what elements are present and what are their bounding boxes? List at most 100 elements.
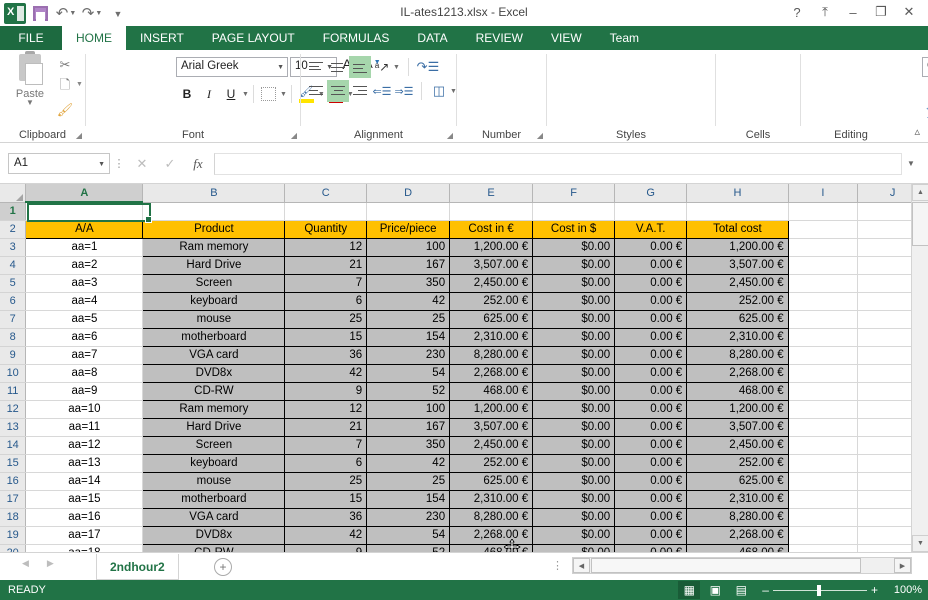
row-header-17[interactable]: 17 xyxy=(0,490,27,509)
cell-B6[interactable]: keyboard xyxy=(142,291,286,311)
row-header-1[interactable]: 1 xyxy=(0,202,27,221)
cell-B17[interactable]: motherboard xyxy=(142,489,286,509)
cell-D10[interactable]: 54 xyxy=(366,363,451,383)
cell-A2[interactable]: A/A xyxy=(25,219,144,239)
horizontal-scrollbar[interactable]: ◀ ▶ xyxy=(572,557,912,574)
cell-A19[interactable]: aa=17 xyxy=(25,526,144,545)
cell-C11[interactable]: 9 xyxy=(284,381,368,401)
cell-C19[interactable]: 42 xyxy=(284,525,368,545)
restore-icon[interactable]: ❐ xyxy=(868,2,894,22)
cell-A9[interactable]: aa=7 xyxy=(25,346,144,365)
table-row[interactable]: 17 aa=15 motherboard 15 154 2,310.00 € $0.00 0.… xyxy=(0,489,928,509)
cell-H13[interactable]: 3,507.00 € xyxy=(686,417,789,437)
cell-H17[interactable]: 2,310.00 € xyxy=(686,489,789,509)
table-row[interactable]: 15 aa=13 keyboard 6 42 252.00 € $0.00 0.00 €252… xyxy=(0,453,928,473)
underline-button[interactable]: U xyxy=(220,83,242,105)
chevron-down-icon[interactable]: ▼ xyxy=(98,161,105,168)
cell-I3[interactable] xyxy=(788,238,859,257)
cell-A1[interactable] xyxy=(25,202,144,221)
normal-view-icon[interactable]: ▦ xyxy=(678,581,701,599)
cell-B10[interactable]: DVD8x xyxy=(142,363,286,383)
table-row[interactable]: 20aa=18CD-RW952468.00 €$0.000.00 €468.00… xyxy=(0,543,928,552)
cell-H16[interactable]: 625.00 € xyxy=(686,471,789,491)
cell-D15[interactable]: 42 xyxy=(366,453,451,473)
scroll-left-icon[interactable]: ◀ xyxy=(573,558,590,573)
cell-F12[interactable]: $0.00 xyxy=(532,399,616,419)
cell-H8[interactable]: 2,310.00 € xyxy=(686,327,789,347)
cell-F3[interactable]: $0.00 xyxy=(532,237,616,257)
cell-B9[interactable]: VGA card xyxy=(142,345,286,365)
cell-G17[interactable]: 0.00 € xyxy=(614,489,688,509)
cell-D7[interactable]: 25 xyxy=(366,309,451,329)
table-row[interactable]: 6 aa=4 keyboard 6 42 252.00 € $0.00 0.00 €252.0… xyxy=(0,291,928,311)
cell-I17[interactable] xyxy=(788,490,859,509)
cell-C17[interactable]: 15 xyxy=(284,489,368,509)
cell-F6[interactable]: $0.00 xyxy=(532,291,616,311)
cell-I19[interactable] xyxy=(788,526,859,545)
tab-team[interactable]: Team xyxy=(596,26,653,50)
cell-G5[interactable]: 0.00 € xyxy=(614,273,688,293)
cell-B5[interactable]: Screen xyxy=(142,273,286,293)
cell-C13[interactable]: 21 xyxy=(284,417,368,437)
cell-H15[interactable]: 252.00 € xyxy=(686,453,789,473)
cell-E1[interactable] xyxy=(449,202,534,221)
cell-D1[interactable] xyxy=(366,202,451,221)
cell-I1[interactable] xyxy=(788,202,859,221)
align-center-button[interactable] xyxy=(327,80,349,102)
cell-E5[interactable]: 2,450.00 € xyxy=(449,273,534,293)
cell-D5[interactable]: 350 xyxy=(366,273,451,293)
cell-E8[interactable]: 2,310.00 € xyxy=(449,327,534,347)
cell-I11[interactable] xyxy=(788,382,859,401)
cell-G8[interactable]: 0.00 € xyxy=(614,327,688,347)
cell-F18[interactable]: $0.00 xyxy=(532,507,616,527)
expand-formula-bar-icon[interactable]: ▼ xyxy=(902,159,920,168)
zoom-out-button[interactable]: – xyxy=(762,583,769,597)
cell-B12[interactable]: Ram memory xyxy=(142,399,286,419)
row-header-14[interactable]: 14 xyxy=(0,436,27,455)
scroll-right-icon[interactable]: ▶ xyxy=(894,558,911,573)
row-header-11[interactable]: 11 xyxy=(0,382,27,401)
cell-B1[interactable] xyxy=(142,202,286,221)
previous-sheet-icon[interactable]: ◀ xyxy=(22,558,29,569)
ribbon-display-options-icon[interactable]: ⤒ xyxy=(812,2,838,22)
cell-I16[interactable] xyxy=(788,472,859,491)
cell-F9[interactable]: $0.00 xyxy=(532,345,616,365)
top-align-button[interactable] xyxy=(305,56,327,78)
cell-F4[interactable]: $0.00 xyxy=(532,255,616,275)
next-sheet-icon[interactable]: ▶ xyxy=(47,558,54,569)
cell-A4[interactable]: aa=2 xyxy=(25,256,144,275)
cell-I12[interactable] xyxy=(788,400,859,419)
table-row[interactable]: 8 aa=6 motherboard 15 154 2,310.00 € $0.00 0.00… xyxy=(0,327,928,347)
cell-F14[interactable]: $0.00 xyxy=(532,435,616,455)
cell-D11[interactable]: 52 xyxy=(366,381,451,401)
merge-center-button[interactable]: ◫ xyxy=(428,80,450,102)
tab-insert[interactable]: INSERT xyxy=(126,26,198,50)
close-icon[interactable]: ✕ xyxy=(896,2,922,22)
cell-A16[interactable]: aa=14 xyxy=(25,472,144,491)
cell-B2[interactable]: Product xyxy=(142,219,286,239)
bold-button[interactable]: B xyxy=(176,83,198,105)
cell-H3[interactable]: 1,200.00 € xyxy=(686,237,789,257)
cell-E11[interactable]: 468.00 € xyxy=(449,381,534,401)
cell-H19[interactable]: 2,268.00 € xyxy=(686,525,789,545)
bottom-align-button[interactable] xyxy=(349,56,371,78)
cell-F7[interactable]: $0.00 xyxy=(532,309,616,329)
cell-F15[interactable]: $0.00 xyxy=(532,453,616,473)
cell-D4[interactable]: 167 xyxy=(366,255,451,275)
cell-C12[interactable]: 12 xyxy=(284,399,368,419)
cell-G20[interactable]: 0.00 € xyxy=(614,543,688,552)
table-row[interactable]: 1 xyxy=(0,202,928,221)
align-left-button[interactable] xyxy=(305,80,327,102)
cell-D19[interactable]: 54 xyxy=(366,525,451,545)
formula-input[interactable] xyxy=(214,152,902,175)
scroll-down-icon[interactable]: ▼ xyxy=(912,535,928,552)
enter-icon[interactable]: ✓ xyxy=(156,153,184,175)
horizontal-scroll-thumb[interactable] xyxy=(591,558,861,573)
cell-G12[interactable]: 0.00 € xyxy=(614,399,688,419)
cell-B4[interactable]: Hard Drive xyxy=(142,255,286,275)
column-header-f[interactable]: F xyxy=(532,184,616,203)
paste-button[interactable]: Paste ▼ xyxy=(8,51,52,107)
cell-H1[interactable] xyxy=(686,202,789,221)
cell-G7[interactable]: 0.00 € xyxy=(614,309,688,329)
tab-home[interactable]: HOME xyxy=(62,26,126,50)
